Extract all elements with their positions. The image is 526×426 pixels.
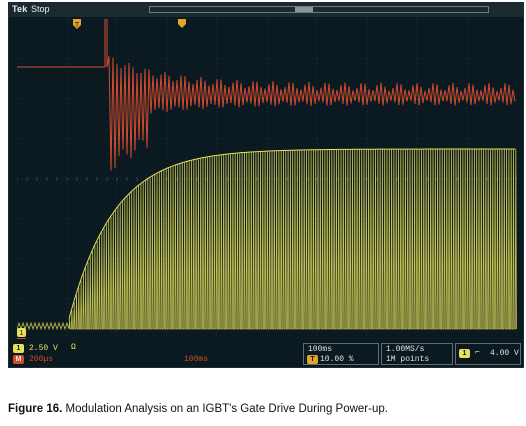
math-waveform-trace [17, 19, 516, 171]
figure-label: Figure 16. [8, 403, 63, 415]
horizontal-readout-box[interactable]: 100ms T 10.00 % [303, 343, 379, 365]
figure-caption-text: Modulation Analysis on an IGBT's Gate Dr… [62, 403, 388, 415]
channel1-scale[interactable]: 2.50 V [29, 344, 58, 353]
trigger-position-marker: T [73, 19, 81, 29]
acquisition-readout-box[interactable]: 1.00MS/s 1M points [381, 343, 453, 365]
trigger-source-badge: 1 [459, 349, 470, 358]
horizontal-scale: 100ms [308, 345, 333, 354]
sample-rate: 1.00MS/s [386, 345, 425, 354]
trigger-readout-box[interactable]: 1 ⌐ 4.00 V [455, 343, 521, 365]
math-badge[interactable]: M [13, 355, 24, 364]
trigger-position-icon: T [75, 22, 80, 29]
ohm-icon: Ω [71, 343, 76, 352]
trigger-position-icon: T [307, 355, 318, 364]
channel1-badge[interactable]: 1 [13, 344, 24, 353]
record-view-bar [149, 6, 489, 13]
math-ground-marker [17, 338, 26, 339]
math-timebase: 100ms [184, 355, 209, 364]
figure-caption: Figure 16. Modulation Analysis on an IGB… [8, 403, 388, 415]
status-bar: Tek Stop [9, 3, 523, 17]
trigger-position: 10.00 % [320, 355, 354, 364]
oscilloscope-screen: Tek Stop T 1 1 2.50 V Ω M 200µs 100ms 10… [8, 2, 524, 368]
brand-logo: Tek [12, 4, 28, 14]
math-scale[interactable]: 200µs [29, 355, 53, 364]
readout-panel: 1 2.50 V Ω M 200µs 100ms 100ms T 10.00 %… [9, 341, 523, 367]
falling-edge-icon: ⌐ [475, 348, 480, 357]
record-view-window [295, 7, 313, 12]
record-trigger-marker [178, 19, 186, 28]
record-length: 1M points [386, 355, 430, 364]
waveform-display: T 1 [17, 19, 517, 339]
svg-text:1: 1 [20, 330, 24, 337]
channel1-waveform-trace [17, 149, 517, 331]
acquisition-status: Stop [31, 4, 50, 14]
trigger-level: 4.00 V [490, 349, 519, 358]
channel1-ground-marker: 1 [17, 328, 26, 337]
